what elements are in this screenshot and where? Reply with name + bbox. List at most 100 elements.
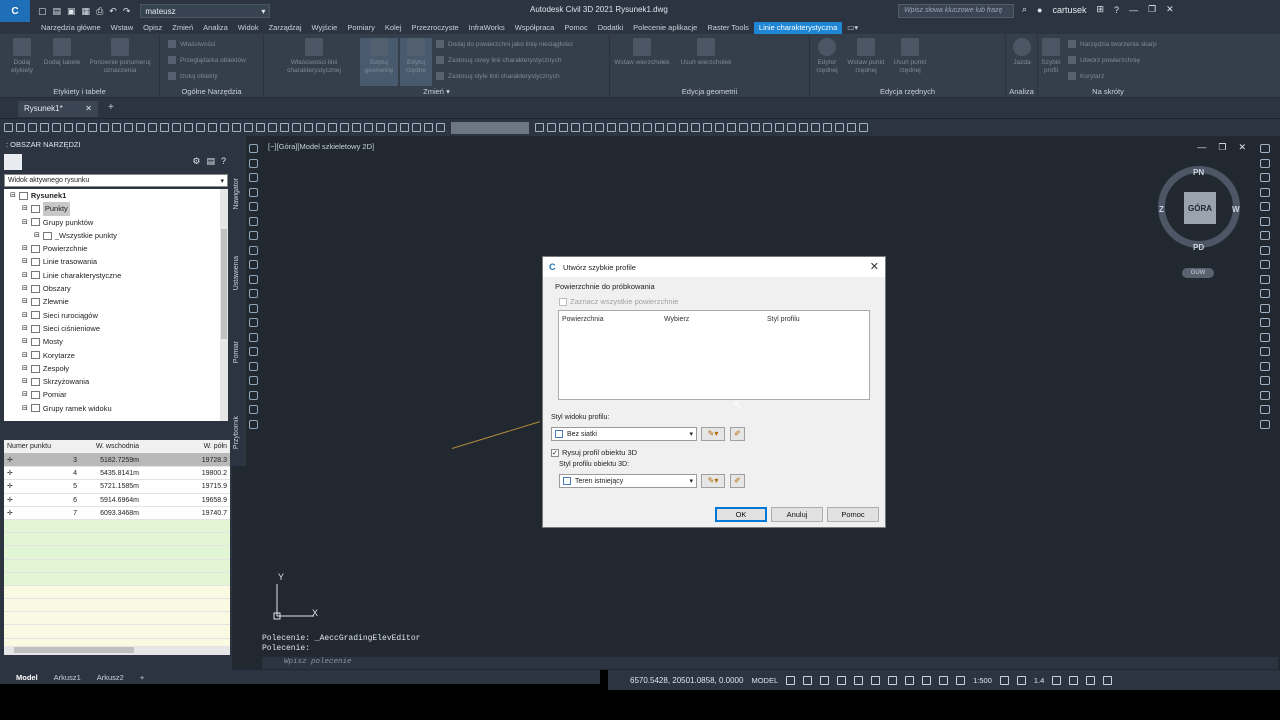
col-select[interactable]: Wybierz [664, 316, 689, 323]
ucs-menu[interactable]: GUW [1182, 268, 1214, 278]
tool-icon[interactable] [124, 123, 133, 132]
quick-profile-button[interactable]: Szybki profil [1038, 38, 1064, 75]
tool-icon[interactable] [268, 123, 277, 132]
tool-icon[interactable] [400, 123, 409, 132]
expand-icon[interactable]: ⊟ [22, 309, 28, 322]
tool-icon[interactable] [436, 123, 445, 132]
redo-icon[interactable]: ↷ [123, 6, 131, 17]
tool-icon[interactable] [424, 123, 433, 132]
tool-icon[interactable] [643, 123, 652, 132]
ribbon-tab[interactable]: Linie charakterystyczna [753, 22, 843, 34]
draw-tool-icon[interactable] [249, 158, 258, 168]
tool-icon[interactable] [859, 123, 868, 132]
edit-3d-style-split-button[interactable]: ✎▾ [701, 474, 725, 488]
osnap-icon[interactable] [854, 675, 864, 685]
apply-styles-row[interactable]: Zastosuj style linii charakterystycznych [436, 72, 560, 80]
ribbon-tab[interactable]: Dodatki [593, 22, 628, 34]
navigation-tool-icon[interactable] [1260, 173, 1270, 182]
add-to-surface-row[interactable]: Dodaj do powierzchni jako linię nieciągł… [436, 40, 573, 48]
tool-icon[interactable] [799, 123, 808, 132]
tool-icon[interactable] [292, 123, 301, 132]
featureline-properties-button[interactable]: Właściwości linii charakterystycznej [274, 38, 354, 75]
tool-icon[interactable] [160, 123, 169, 132]
viewcube-east[interactable]: W [1232, 205, 1240, 214]
grid-scroll-thumb[interactable] [14, 647, 134, 653]
close-icon[interactable]: ✕ [870, 260, 879, 273]
tool-icon[interactable] [244, 123, 253, 132]
tree-item[interactable]: ⊟ Powierzchnie [4, 242, 228, 255]
draw-tool-icon[interactable] [249, 347, 258, 356]
polar-icon[interactable] [837, 675, 847, 685]
navigation-tool-icon[interactable] [1260, 202, 1270, 211]
tool-icon[interactable] [667, 123, 676, 132]
tool-icon[interactable] [280, 123, 289, 132]
object-viewer-row[interactable]: Przeglądarka obiektów [168, 56, 246, 64]
tool-icon[interactable] [100, 123, 109, 132]
grid-icon[interactable] [786, 675, 796, 685]
tool-icon[interactable] [559, 123, 568, 132]
draw-tool-icon[interactable] [249, 245, 258, 255]
navigation-tool-icon[interactable] [1260, 216, 1270, 226]
tool-icon[interactable] [112, 123, 121, 132]
ribbon-tab[interactable]: Zarządzaj [264, 22, 307, 34]
navigation-tool-icon[interactable] [1260, 419, 1270, 429]
tool-icon[interactable] [388, 123, 397, 132]
expand-icon[interactable]: ⊟ [22, 269, 28, 282]
tool-icon[interactable] [64, 123, 73, 132]
expand-icon[interactable]: ⊟ [22, 402, 28, 415]
table-row-empty[interactable] [4, 572, 230, 586]
tool-icon[interactable] [220, 123, 229, 132]
table-row[interactable]: ✛ 4 5435.8141m 19800.2 [4, 467, 230, 481]
cell-east[interactable]: 5914.6964m [80, 494, 142, 506]
tool-icon[interactable] [16, 123, 25, 132]
table-row-empty[interactable] [4, 546, 230, 560]
tree-item[interactable]: ⊟ Obszary [4, 282, 228, 295]
tool-icon[interactable] [40, 123, 49, 132]
open-icon[interactable]: ▤ [53, 6, 62, 17]
apply-new-row[interactable]: Zastosuj nowy linii charakterystycznych [436, 56, 561, 64]
tree-item[interactable]: ⊟ Linie charakterystyczne [4, 269, 228, 282]
cell-number[interactable]: ✛ 5 [4, 480, 80, 492]
tool-icon[interactable] [4, 123, 13, 132]
edit-geometry-button[interactable]: Edytuj geometrię [360, 38, 398, 86]
ribbon-tab[interactable]: Przezroczyste [407, 22, 464, 34]
draw-tool-icon[interactable] [249, 289, 258, 298]
close-icon[interactable]: ✕ [85, 104, 92, 114]
tool-icon[interactable] [172, 123, 181, 132]
toolspace-tab[interactable]: Ustawienia [233, 256, 245, 290]
cell-east[interactable]: 5435.8141m [80, 467, 142, 479]
draw-tool-icon[interactable] [249, 216, 258, 226]
tool-icon[interactable] [763, 123, 772, 132]
cell-north[interactable]: 19658.9 [142, 494, 230, 506]
expand-icon[interactable]: ⊟ [22, 255, 28, 268]
draw-tool-icon[interactable] [249, 231, 258, 240]
table-row-empty[interactable] [4, 612, 230, 626]
table-row-empty[interactable] [4, 533, 230, 547]
isolate-objects-icon[interactable] [1052, 675, 1062, 685]
selection-cycling-icon[interactable] [922, 675, 932, 685]
command-input[interactable]: Wpisz polecenie [262, 657, 1278, 669]
navigation-tool-icon[interactable] [1260, 274, 1270, 284]
tool-icon[interactable] [811, 123, 820, 132]
tree-item[interactable]: ⊟ Linie trasowania [4, 255, 228, 268]
table-row[interactable]: ✛ 5 5721.1585m 19715.9 [4, 480, 230, 494]
print-icon[interactable]: ⎙ [96, 6, 103, 17]
tree-item[interactable]: ⊟ Korytarze [4, 349, 228, 362]
navigation-tool-icon[interactable] [1260, 245, 1270, 255]
navigation-tool-icon[interactable] [1260, 405, 1270, 414]
expand-icon[interactable]: ⊟ [22, 375, 28, 388]
expand-icon[interactable]: ⊟ [22, 335, 28, 348]
navigation-tool-icon[interactable] [1260, 144, 1270, 153]
customization-icon[interactable] [1103, 675, 1113, 685]
cancel-button[interactable]: Anuluj [771, 507, 823, 522]
delete-vertex-button[interactable]: Usuń wierzchołek [674, 38, 738, 67]
insert-vertex-button[interactable]: Wstaw wierzchołek [610, 38, 674, 67]
add-labels-button[interactable]: Dodaj etykiety [2, 38, 42, 75]
cart-icon[interactable]: ⊞ [1097, 4, 1105, 15]
ribbon-tab[interactable]: Analiza [198, 22, 233, 34]
tree-item[interactable]: ⊟ Pomiar [4, 388, 228, 401]
restore-icon[interactable]: ❐ [1148, 4, 1156, 15]
layout-tab-arkusz2[interactable]: Arkusz2 [97, 673, 124, 682]
tool-icon[interactable] [847, 123, 856, 132]
expand-icon[interactable]: ⊟ [22, 295, 28, 308]
